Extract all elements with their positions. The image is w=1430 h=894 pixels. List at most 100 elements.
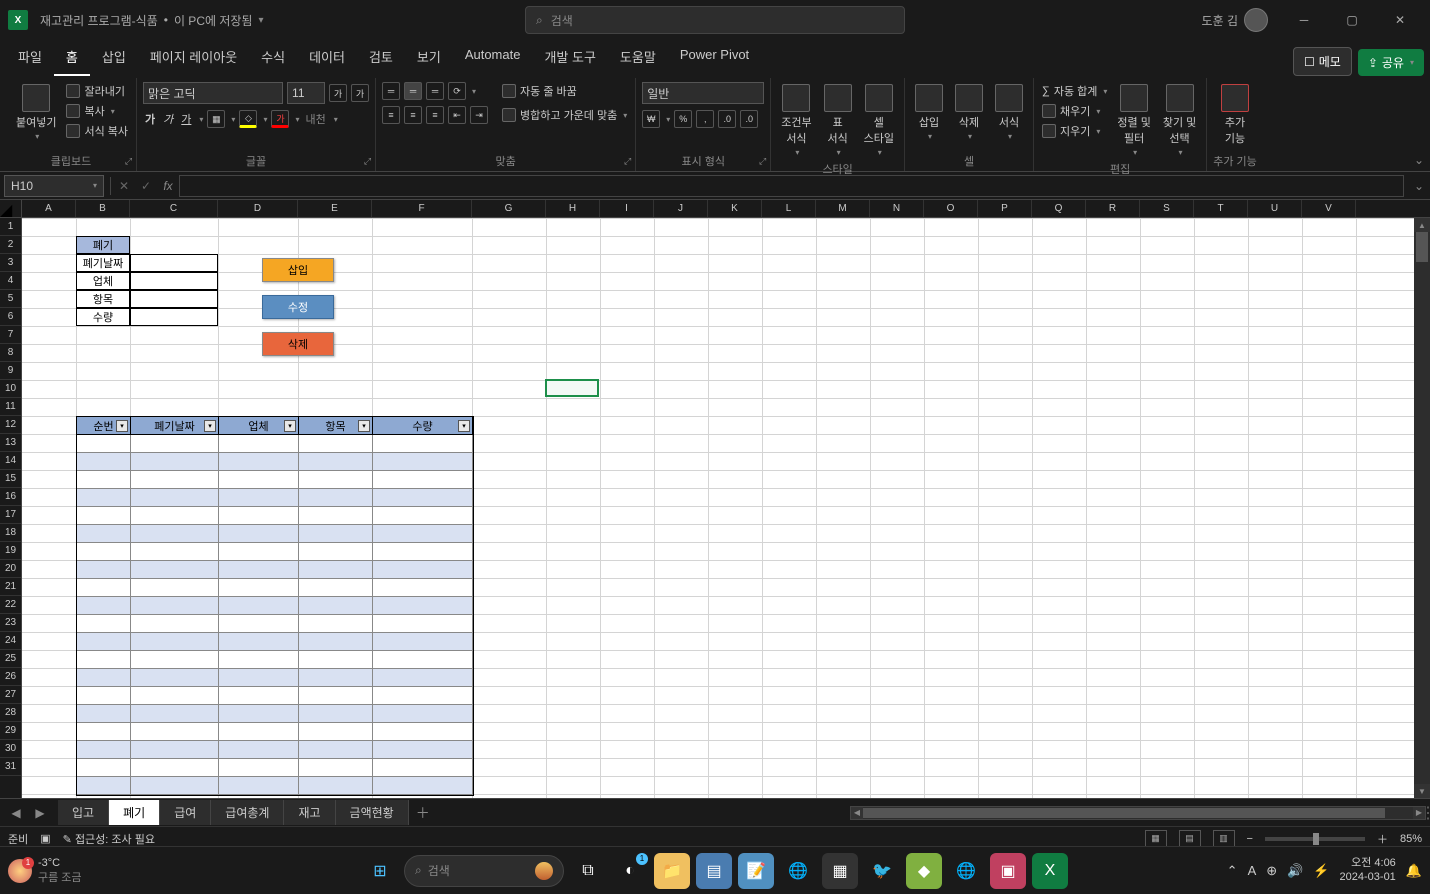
table-cell[interactable] — [219, 615, 299, 633]
row-header[interactable]: 31 — [0, 758, 21, 776]
table-cell[interactable] — [77, 435, 131, 453]
table-cell[interactable] — [131, 777, 219, 795]
dialog-launcher-icon[interactable]: ⤢ — [624, 156, 631, 167]
format-table-button[interactable]: 표 서식▾ — [820, 82, 856, 159]
row-header[interactable]: 8 — [0, 344, 21, 362]
table-cell[interactable] — [373, 435, 473, 453]
column-header[interactable]: I — [600, 200, 654, 217]
autosum-button[interactable]: ∑자동 합계▾ — [1040, 82, 1109, 100]
clear-button[interactable]: 지우기▾ — [1040, 122, 1109, 140]
table-cell[interactable] — [299, 759, 373, 777]
row-header[interactable]: 9 — [0, 362, 21, 380]
start-button[interactable]: ⊞ — [362, 853, 398, 889]
table-cell[interactable] — [373, 471, 473, 489]
row-header[interactable]: 30 — [0, 740, 21, 758]
column-header[interactable]: O — [924, 200, 978, 217]
table-cell[interactable] — [219, 435, 299, 453]
column-header[interactable]: A — [22, 200, 76, 217]
chevron-down-icon[interactable]: ▾ — [258, 15, 263, 26]
align-bottom-button[interactable]: ═ — [426, 82, 444, 100]
row-header[interactable]: 17 — [0, 506, 21, 524]
table-cell[interactable] — [131, 597, 219, 615]
ribbon-tab[interactable]: 수식 — [249, 39, 297, 76]
filter-button[interactable]: ▾ — [284, 420, 296, 432]
table-cell[interactable] — [219, 525, 299, 543]
align-top-button[interactable]: ═ — [382, 82, 400, 100]
column-header[interactable]: P — [978, 200, 1032, 217]
table-cell[interactable] — [299, 435, 373, 453]
table-cell[interactable] — [373, 597, 473, 615]
scroll-left-button[interactable]: ◀ — [851, 807, 863, 819]
table-cell[interactable] — [299, 633, 373, 651]
table-cell[interactable] — [131, 633, 219, 651]
ribbon-tab[interactable]: Automate — [453, 39, 533, 76]
sheet-tab[interactable]: 급여 — [160, 800, 211, 825]
scroll-right-button[interactable]: ▶ — [1413, 807, 1425, 819]
sheet-nav-next[interactable]: ▶ — [28, 806, 52, 820]
sheet-tab[interactable]: 입고 — [58, 800, 109, 825]
italic-button[interactable]: 가 — [161, 110, 175, 128]
sheet-nav-prev[interactable]: ◀ — [4, 806, 28, 820]
accessibility-status[interactable]: ✎ 접근성: 조사 필요 — [63, 831, 155, 847]
scroll-down-button[interactable]: ▼ — [1414, 784, 1430, 798]
table-cell[interactable] — [131, 435, 219, 453]
row-header[interactable]: 13 — [0, 434, 21, 452]
row-header[interactable]: 22 — [0, 596, 21, 614]
column-header[interactable]: K — [708, 200, 762, 217]
percent-button[interactable]: % — [674, 110, 692, 128]
row-header[interactable]: 28 — [0, 704, 21, 722]
scroll-thumb[interactable] — [1416, 232, 1428, 262]
column-header[interactable]: H — [546, 200, 600, 217]
table-cell[interactable] — [77, 633, 131, 651]
table-cell[interactable] — [77, 705, 131, 723]
table-cell[interactable] — [131, 507, 219, 525]
column-header[interactable]: S — [1140, 200, 1194, 217]
table-cell[interactable] — [299, 669, 373, 687]
edit-record-button[interactable]: 수정 — [262, 295, 334, 319]
table-cell[interactable] — [77, 723, 131, 741]
hscroll-thumb[interactable] — [863, 808, 1385, 818]
table-cell[interactable] — [77, 507, 131, 525]
dialog-launcher-icon[interactable]: ⤢ — [125, 156, 132, 167]
row-header[interactable]: 19 — [0, 542, 21, 560]
merge-center-button[interactable]: 병합하고 가운데 맞춤▾ — [500, 106, 629, 124]
document-title[interactable]: 재고관리 프로그램-식품 • 이 PC에 저장됨 ▾ — [40, 12, 264, 29]
format-painter-button[interactable]: 서식 복사 — [64, 122, 130, 140]
table-cell[interactable] — [299, 489, 373, 507]
row-header[interactable]: 21 — [0, 578, 21, 596]
table-cell[interactable] — [77, 597, 131, 615]
row-header[interactable]: 26 — [0, 668, 21, 686]
sheet-tab[interactable]: 재고 — [284, 800, 335, 825]
table-cell[interactable] — [373, 669, 473, 687]
minimize-button[interactable]: ─ — [1282, 4, 1326, 36]
row-header[interactable]: 7 — [0, 326, 21, 344]
row-header[interactable]: 12 — [0, 416, 21, 434]
zoom-out-button[interactable]: − — [1247, 833, 1253, 845]
dialog-launcher-icon[interactable]: ⤢ — [364, 156, 371, 167]
insert-cells-button[interactable]: 삽입▾ — [911, 82, 947, 143]
add-sheet-button[interactable]: ＋ — [409, 803, 437, 823]
sheet-tab[interactable]: 급여총계 — [211, 800, 284, 825]
table-cell[interactable] — [77, 741, 131, 759]
underline-button[interactable]: 가 — [179, 110, 193, 128]
table-cell[interactable] — [131, 471, 219, 489]
app-button-1[interactable]: ▤ — [696, 853, 732, 889]
phonetic-button[interactable]: 내천 — [303, 110, 327, 128]
zoom-level[interactable]: 85% — [1400, 833, 1422, 845]
fill-button[interactable]: 채우기▾ — [1040, 102, 1109, 120]
excel-taskbar-button[interactable]: X — [1032, 853, 1068, 889]
close-button[interactable]: ✕ — [1378, 4, 1422, 36]
row-header[interactable]: 10 — [0, 380, 21, 398]
font-size-select[interactable] — [287, 82, 325, 104]
table-cell[interactable] — [131, 759, 219, 777]
delete-cells-button[interactable]: 삭제▾ — [951, 82, 987, 143]
cell-styles-button[interactable]: 셀 스타일▾ — [860, 82, 898, 159]
page-break-view-button[interactable]: ▥ — [1213, 830, 1235, 848]
normal-view-button[interactable]: ▦ — [1145, 830, 1167, 848]
name-box[interactable]: H10▾ — [4, 175, 104, 197]
table-cell[interactable] — [77, 561, 131, 579]
row-header[interactable]: 2 — [0, 236, 21, 254]
table-cell[interactable] — [219, 561, 299, 579]
ribbon-tab[interactable]: 삽입 — [90, 39, 138, 76]
language-button[interactable]: A — [1248, 863, 1257, 878]
